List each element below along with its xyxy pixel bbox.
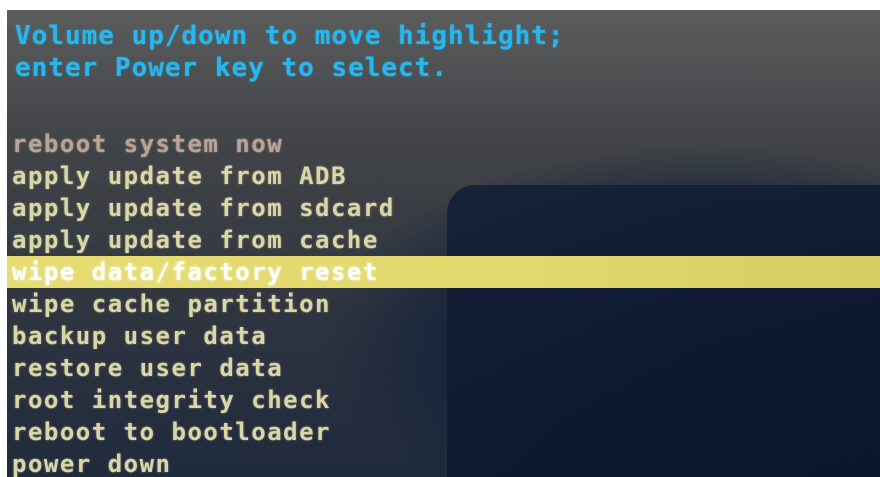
menu-item-apply-update-sdcard[interactable]: apply update from sdcard [7, 192, 880, 224]
menu-item-restore-user-data[interactable]: restore user data [7, 352, 880, 384]
instructions-header: Volume up/down to move highlight; enter P… [15, 20, 565, 84]
menu-item-wipe-cache-partition[interactable]: wipe cache partition [7, 288, 880, 320]
menu-item-root-integrity-check[interactable]: root integrity check [7, 384, 880, 416]
instructions-line-1: Volume up/down to move highlight; [15, 21, 565, 51]
menu-item-apply-update-cache[interactable]: apply update from cache [7, 224, 880, 256]
menu-item-apply-update-adb[interactable]: apply update from ADB [7, 160, 880, 192]
recovery-screen: Volume up/down to move highlight; enter P… [7, 10, 880, 477]
menu-item-reboot-to-bootloader[interactable]: reboot to bootloader [7, 416, 880, 448]
menu-item-power-down[interactable]: power down [7, 448, 880, 477]
menu-item-reboot-system-now[interactable]: reboot system now [7, 128, 880, 160]
menu-item-wipe-data-factory-reset[interactable]: wipe data/factory reset [7, 256, 880, 288]
recovery-menu: reboot system now apply update from ADB … [7, 128, 880, 477]
instructions-line-2: enter Power key to select. [15, 53, 448, 83]
photo-frame: Volume up/down to move highlight; enter P… [0, 0, 880, 477]
menu-item-backup-user-data[interactable]: backup user data [7, 320, 880, 352]
